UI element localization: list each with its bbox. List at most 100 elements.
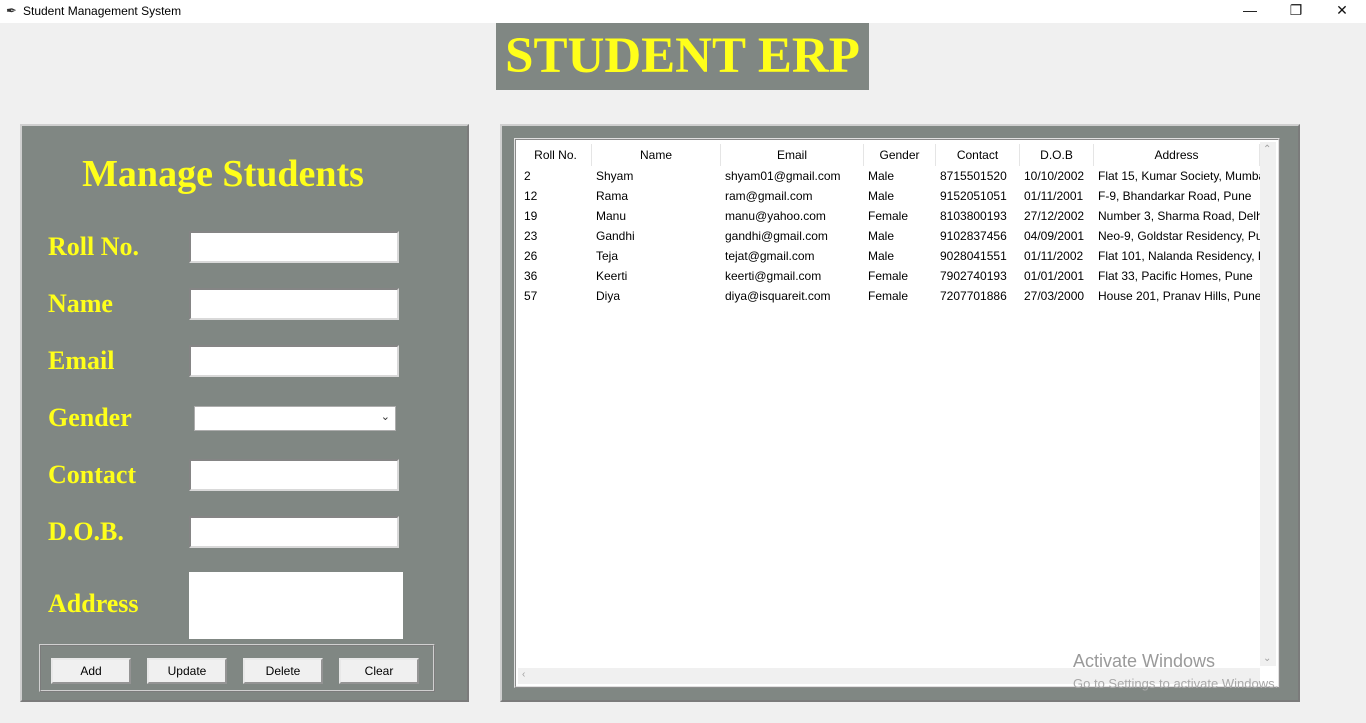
manage-students-panel: Manage Students Roll No. Name Email Gend… — [20, 124, 469, 702]
email-input[interactable] — [189, 345, 399, 377]
cell-contact: 7902740193 — [940, 269, 1007, 283]
contact-input[interactable] — [189, 459, 399, 491]
cell-contact: 8715501520 — [940, 169, 1007, 183]
col-email-header[interactable]: Email — [721, 144, 864, 166]
cell-email: shyam01@gmail.com — [725, 169, 841, 183]
col-address-header[interactable]: Address — [1094, 144, 1260, 166]
activation-watermark-subtitle: Go to Settings to activate Windows. — [1073, 676, 1279, 691]
table-row[interactable]: 26 Teja tejat@gmail.com Male 9028041551 … — [520, 246, 1260, 266]
window-titlebar: ✒ Student Management System — ❐ ✕ — [0, 0, 1366, 23]
table-frame: Roll No. Name Email Gender Contact D.O.B… — [514, 138, 1280, 688]
cell-dob: 10/10/2002 — [1024, 169, 1085, 183]
clear-button[interactable]: Clear — [339, 658, 419, 684]
table-row[interactable]: 2 Shyam shyam01@gmail.com Male 871550152… — [520, 166, 1260, 186]
cell-roll: 36 — [524, 269, 538, 283]
delete-button[interactable]: Delete — [243, 658, 323, 684]
cell-contact: 8103800193 — [940, 209, 1007, 223]
roll-label: Roll No. — [48, 232, 139, 261]
cell-name: Shyam — [596, 169, 634, 183]
cell-gender: Male — [868, 169, 895, 183]
cell-roll: 23 — [524, 229, 538, 243]
dob-input[interactable] — [189, 516, 399, 548]
email-label: Email — [48, 346, 115, 375]
col-contact-header[interactable]: Contact — [936, 144, 1020, 166]
cell-name: Keerti — [596, 269, 628, 283]
panel-title: Manage Students — [82, 153, 364, 195]
col-dob-header[interactable]: D.O.B — [1020, 144, 1094, 166]
cell-email: tejat@gmail.com — [725, 249, 815, 263]
feather-icon: ✒ — [6, 3, 17, 18]
cell-address: F-9, Bhandarkar Road, Pune — [1098, 189, 1252, 203]
cell-dob: 01/11/2001 — [1024, 189, 1084, 203]
scroll-left-icon[interactable]: ‹ — [522, 669, 525, 680]
cell-name: Manu — [596, 209, 627, 223]
col-name-header[interactable]: Name — [592, 144, 721, 166]
restore-button[interactable]: ❐ — [1273, 0, 1319, 23]
add-button[interactable]: Add — [51, 658, 131, 684]
app-header: STUDENT ERP — [496, 23, 869, 90]
scroll-down-icon[interactable]: ⌄ — [1263, 653, 1271, 664]
cell-roll: 12 — [524, 189, 538, 203]
cell-gender: Male — [868, 249, 895, 263]
table-row[interactable]: 57 Diya diya@isquareit.com Female 720770… — [520, 286, 1260, 306]
cell-name: Gandhi — [596, 229, 635, 243]
table-header: Roll No. Name Email Gender Contact D.O.B… — [520, 144, 1260, 166]
col-roll-header[interactable]: Roll No. — [520, 144, 592, 166]
cell-email: manu@yahoo.com — [725, 209, 826, 223]
cell-email: keerti@gmail.com — [725, 269, 822, 283]
cell-roll: 19 — [524, 209, 538, 223]
cell-dob: 04/09/2001 — [1024, 229, 1085, 243]
cell-dob: 01/11/2002 — [1024, 249, 1084, 263]
cell-address: Flat 15, Kumar Society, Mumbai — [1098, 169, 1260, 183]
table-row[interactable]: 36 Keerti keerti@gmail.com Female 790274… — [520, 266, 1260, 286]
cell-name: Diya — [596, 289, 621, 303]
cell-name: Rama — [596, 189, 629, 203]
cell-email: diya@isquareit.com — [725, 289, 831, 303]
cell-gender: Female — [868, 209, 909, 223]
name-label: Name — [48, 289, 113, 318]
gender-label: Gender — [48, 403, 132, 432]
dob-label: D.O.B. — [48, 517, 124, 546]
vertical-scrollbar[interactable]: ⌃ ⌄ — [1260, 142, 1276, 666]
update-button[interactable]: Update — [147, 658, 227, 684]
chevron-down-icon: ⌄ — [380, 411, 390, 423]
cell-dob: 27/12/2002 — [1024, 209, 1085, 223]
cell-address: Flat 101, Nalanda Residency, Pune — [1098, 249, 1260, 263]
roll-input[interactable] — [189, 231, 399, 263]
cell-gender: Female — [868, 269, 909, 283]
cell-dob: 01/01/2001 — [1024, 269, 1085, 283]
cell-address: Flat 33, Pacific Homes, Pune — [1098, 269, 1253, 283]
cell-gender: Female — [868, 289, 909, 303]
name-input[interactable] — [189, 288, 399, 320]
cell-email: gandhi@gmail.com — [725, 229, 828, 243]
table-row[interactable]: 12 Rama ram@gmail.com Male 9152051051 01… — [520, 186, 1260, 206]
cell-contact: 9028041551 — [940, 249, 1007, 263]
cell-contact: 9102837456 — [940, 229, 1007, 243]
cell-roll: 57 — [524, 289, 538, 303]
cell-email: ram@gmail.com — [725, 189, 813, 203]
button-frame: Add Update Delete Clear — [39, 644, 435, 692]
scroll-up-icon[interactable]: ⌃ — [1263, 144, 1271, 155]
cell-roll: 26 — [524, 249, 538, 263]
student-table-panel: Roll No. Name Email Gender Contact D.O.B… — [500, 124, 1300, 702]
col-gender-header[interactable]: Gender — [864, 144, 936, 166]
cell-address: Neo-9, Goldstar Residency, Pune — [1098, 229, 1260, 243]
close-button[interactable]: ✕ — [1319, 0, 1365, 23]
cell-address: Number 3, Sharma Road, Delhi — [1098, 209, 1260, 223]
cell-contact: 9152051051 — [940, 189, 1007, 203]
cell-gender: Male — [868, 229, 895, 243]
cell-name: Teja — [596, 249, 619, 263]
address-textarea[interactable] — [189, 572, 403, 639]
table-row[interactable]: 23 Gandhi gandhi@gmail.com Male 91028374… — [520, 226, 1260, 246]
contact-label: Contact — [48, 460, 137, 489]
gender-select[interactable]: ⌄ — [194, 406, 396, 431]
cell-address: House 201, Pranav Hills, Pune — [1098, 289, 1260, 303]
cell-roll: 2 — [524, 169, 531, 183]
student-table[interactable]: Roll No. Name Email Gender Contact D.O.B… — [520, 144, 1260, 664]
cell-contact: 7207701886 — [940, 289, 1007, 303]
minimize-button[interactable]: — — [1227, 0, 1273, 23]
cell-dob: 27/03/2000 — [1024, 289, 1085, 303]
table-row[interactable]: 19 Manu manu@yahoo.com Female 8103800193… — [520, 206, 1260, 226]
address-label: Address — [48, 589, 139, 618]
activation-watermark-title: Activate Windows — [1073, 651, 1216, 671]
